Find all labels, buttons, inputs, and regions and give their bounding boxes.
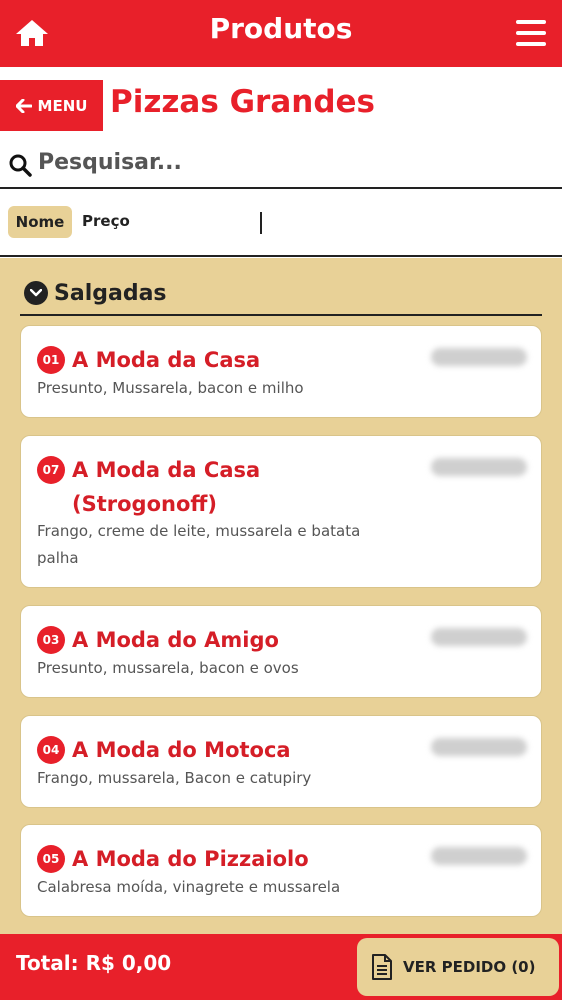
search-input[interactable]: Pesquisar... [38,150,182,175]
product-name: A Moda do Amigo [72,628,279,652]
arrow-left-icon [15,98,32,113]
product-price [431,458,527,476]
product-price [431,348,527,366]
product-card[interactable]: 04 A Moda do Motoca Frango, mussarela, B… [20,715,542,808]
sort-bar: Nome Preço [0,190,562,257]
product-number-badge: 04 [37,736,65,764]
product-description: Presunto, Mussarela, bacon e milho [37,379,304,397]
product-number-badge: 03 [37,626,65,654]
chevron-down-circle-icon [24,281,48,305]
search-icon [9,154,32,177]
product-card[interactable]: 03 A Moda do Amigo Presunto, mussarela, … [20,605,542,698]
sort-by-name-button[interactable]: Nome [8,206,72,238]
order-total: Total: R$ 0,00 [16,951,172,975]
product-name: A Moda do Pizzaiolo [72,847,309,871]
product-description: Frango, mussarela, Bacon e catupiry [37,769,312,787]
top-bar: Produtos [0,0,562,67]
section-header-salgadas[interactable]: Salgadas [20,272,542,316]
product-card[interactable]: 01 A Moda da Casa Presunto, Mussarela, b… [20,325,542,418]
sort-by-price-button[interactable]: Preço [82,212,130,230]
view-order-label: VER PEDIDO (0) [403,958,536,976]
product-list[interactable]: Salgadas 01 A Moda da Casa Presunto, Mus… [0,258,562,934]
product-number-badge: 07 [37,456,65,484]
hamburger-icon[interactable] [516,20,546,46]
product-price [431,738,527,756]
view-order-button[interactable]: VER PEDIDO (0) [357,938,559,996]
product-card[interactable]: 05 A Moda do Pizzaiolo Calabresa moída, … [20,824,542,917]
footer-bar: Total: R$ 0,00 VER PEDIDO (0) [0,934,562,1000]
product-number-badge: 05 [37,845,65,873]
product-number-badge: 01 [37,346,65,374]
product-price [431,847,527,865]
product-description: Calabresa moída, vinagrete e mussarela [37,878,341,896]
section-label: Salgadas [54,280,167,306]
product-card[interactable]: 07 A Moda da Casa (Strogonoff) Frango, c… [20,435,542,588]
product-name: A Moda da Casa [72,348,261,372]
back-to-menu-button[interactable]: MENU [0,80,103,131]
product-description: Presunto, mussarela, bacon e ovos [37,659,299,677]
product-name: A Moda da Casa (Strogonoff) [72,458,261,516]
back-button-label: MENU [37,96,88,115]
product-description: Frango, creme de leite, mussarela e bata… [37,522,361,567]
search-bar[interactable]: Pesquisar... [0,140,562,189]
document-icon [372,954,392,980]
category-title: Pizzas Grandes [110,84,375,120]
page-title: Produtos [209,12,353,45]
product-name: A Moda do Motoca [72,738,291,762]
text-caret [260,212,262,234]
product-price [431,628,527,646]
